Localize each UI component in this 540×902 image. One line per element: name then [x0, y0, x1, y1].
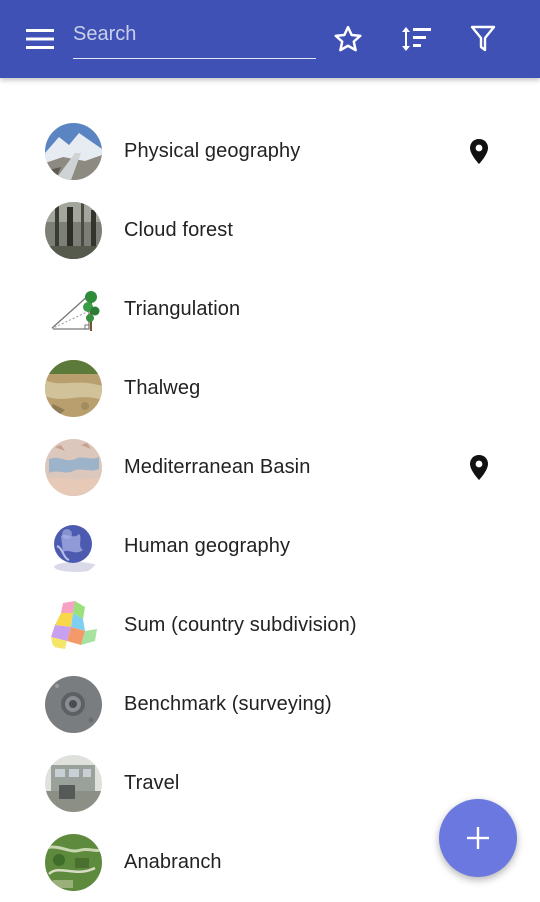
- sort-button[interactable]: [396, 19, 436, 59]
- list-item-label: Triangulation: [124, 298, 241, 320]
- list-item-label: Thalweg: [124, 377, 201, 399]
- aerial-photo: [45, 834, 102, 891]
- list-item[interactable]: Physical geography: [0, 112, 540, 191]
- glacier-photo: [45, 123, 102, 180]
- search-input[interactable]: [73, 18, 316, 50]
- favorites-button[interactable]: [328, 19, 368, 59]
- list-item-label: Mediterranean Basin: [124, 456, 311, 478]
- menu-icon: [26, 29, 54, 49]
- forest-photo: [45, 202, 102, 259]
- travel-photo: [45, 755, 102, 812]
- filter-icon: [470, 25, 496, 52]
- app-bar: [0, 0, 540, 78]
- map-pin-icon[interactable]: [466, 138, 492, 166]
- search-field: [73, 18, 316, 59]
- list-item[interactable]: Triangulation: [0, 270, 540, 349]
- sort-icon: [402, 27, 431, 51]
- list-item[interactable]: Thalweg: [0, 349, 540, 428]
- menu-button[interactable]: [20, 19, 60, 59]
- list-item[interactable]: Mediterranean Basin: [0, 428, 540, 507]
- list-item[interactable]: Benchmark (surveying): [0, 665, 540, 744]
- triangulation-diagram: [45, 281, 102, 338]
- basin-map: [45, 439, 102, 496]
- list-item[interactable]: Human geography: [0, 507, 540, 586]
- list-item-label: Physical geography: [124, 140, 301, 162]
- globe-icon: [45, 518, 102, 575]
- list-item[interactable]: Cloud forest: [0, 191, 540, 270]
- list-item-label: Human geography: [124, 535, 291, 557]
- add-button[interactable]: [439, 799, 517, 877]
- star-outline-icon: [334, 25, 362, 52]
- map-pin-icon[interactable]: [466, 454, 492, 482]
- article-list: Physical geography Cloud forest Triangul…: [0, 112, 540, 902]
- list-item-label: Anabranch: [124, 851, 222, 873]
- list-item-label: Benchmark (surveying): [124, 693, 332, 715]
- plus-icon: [467, 827, 489, 849]
- riverbed-photo: [45, 360, 102, 417]
- filter-button[interactable]: [463, 19, 503, 59]
- list-item-label: Travel: [124, 772, 180, 794]
- benchmark-photo: [45, 676, 102, 733]
- list-item-label: Cloud forest: [124, 219, 234, 241]
- list-item-label: Sum (country subdivision): [124, 614, 357, 636]
- list-item[interactable]: Sum (country subdivision): [0, 586, 540, 665]
- subdivision-map: [45, 597, 102, 654]
